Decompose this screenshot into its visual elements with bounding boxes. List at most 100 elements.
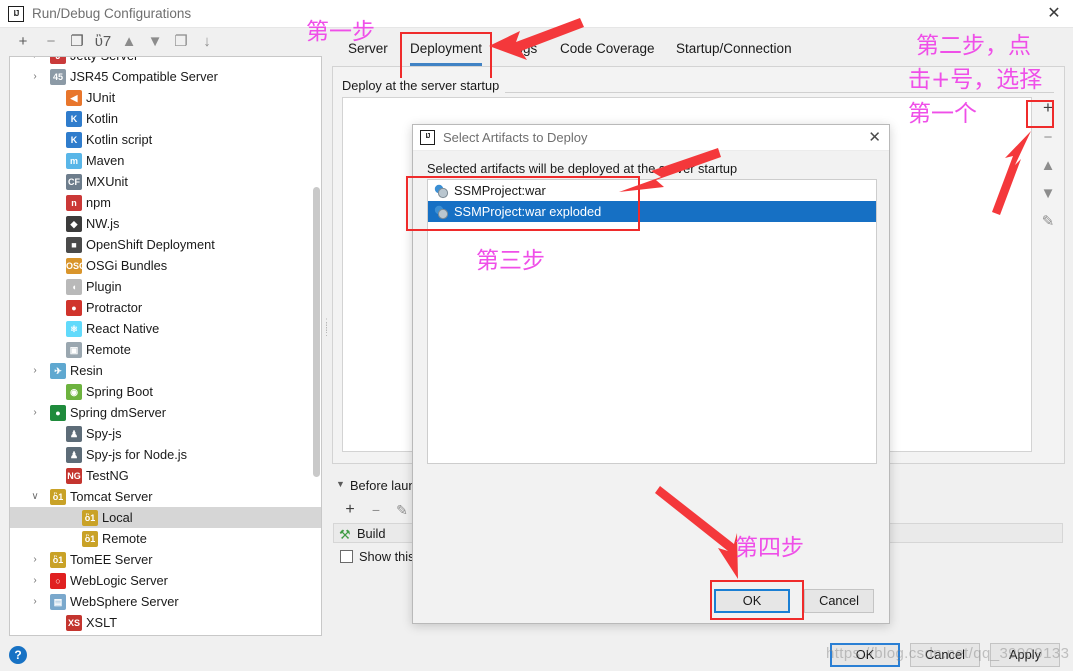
tree-item-weblogic-server[interactable]: › ○ WebLogic Server (10, 570, 321, 591)
tab-logs[interactable]: Logs (508, 36, 537, 66)
spy-js-icon: ♟ (66, 426, 82, 442)
move-down-button[interactable]: ▼ (1037, 183, 1059, 205)
add-task-button[interactable]: + (340, 500, 360, 520)
jetty-icon: J (50, 57, 66, 64)
plugin-icon: ◖ (66, 279, 82, 295)
tree-item-label: XSLT (86, 615, 118, 630)
artifact-row[interactable]: SSMProject:war (428, 180, 876, 201)
panel-splitter[interactable]: ⋮ ⋮ ⋮ (322, 318, 331, 360)
xslt-icon: XS (66, 615, 82, 631)
expand-arrow-icon[interactable]: › (28, 66, 42, 87)
collapse-arrow-icon[interactable]: ▼ (336, 479, 345, 489)
spring-boot-icon: ◉ (66, 384, 82, 400)
dialog-close-icon[interactable]: ✕ (868, 128, 881, 146)
tree-item-label: npm (86, 195, 111, 210)
tree-item-local[interactable]: ὃ1 Local (10, 507, 321, 528)
tree-item-protractor[interactable]: ● Protractor (10, 297, 321, 318)
tree-item-testng[interactable]: NG TestNG (10, 465, 321, 486)
npm-icon: n (66, 195, 82, 211)
title-bar: IJ Run/Debug Configurations ✕ (0, 0, 1073, 28)
tree-item-maven[interactable]: m Maven (10, 150, 321, 171)
tree-item-osgi-bundles[interactable]: OSGi OSGi Bundles (10, 255, 321, 276)
artifact-icon (433, 204, 449, 220)
tab-code-coverage[interactable]: Code Coverage (560, 36, 655, 66)
build-hammer-icon: ⚒ (339, 527, 351, 542)
artifact-row[interactable]: SSMProject:war exploded (428, 201, 876, 222)
expand-arrow-icon[interactable]: › (28, 57, 42, 66)
tree-item-resin[interactable]: › ✈ Resin (10, 360, 321, 381)
tree-item-label: Maven (86, 153, 125, 168)
edit-artifact-button[interactable]: ✎ (1037, 211, 1059, 233)
artifact-label: SSMProject:war exploded (454, 204, 602, 219)
tree-item-spring-dmserver[interactable]: › ● Spring dmServer (10, 402, 321, 423)
sort-alphabetically-button[interactable]: ↓ (197, 32, 217, 52)
tree-item-tomcat-server[interactable]: ∨ ὃ1 Tomcat Server (10, 486, 321, 507)
tree-item-spy-js[interactable]: ♟ Spy-js (10, 423, 321, 444)
openshift-icon: ■ (66, 237, 82, 253)
tree-item-label: Remote (102, 531, 147, 546)
tree-item-mxunit[interactable]: CF MXUnit (10, 171, 321, 192)
edit-task-button[interactable]: ✎ (392, 500, 412, 520)
react-native-icon: ⚛ (66, 321, 82, 337)
tomcat-icon: ὃ1 (50, 489, 66, 505)
tree-item-npm[interactable]: n npm (10, 192, 321, 213)
expand-arrow-icon[interactable]: › (28, 570, 42, 591)
checkbox-box[interactable] (340, 550, 353, 563)
close-icon[interactable]: ✕ (1043, 4, 1065, 24)
tree-item-kotlin[interactable]: K Kotlin (10, 108, 321, 129)
tree-item-remote[interactable]: ὃ1 Remote (10, 528, 321, 549)
tab-deployment[interactable]: Deployment (410, 36, 483, 66)
tree-item-label: JUnit (86, 90, 116, 105)
tree-item-label: Spring Boot (86, 384, 153, 399)
add-artifact-button[interactable]: + (1037, 97, 1059, 119)
tree-item-xslt[interactable]: XS XSLT (10, 612, 321, 633)
tree-item-label: Spy-js (86, 426, 122, 441)
tree-item-label: Kotlin script (86, 132, 153, 147)
tree-item-openshift-deployment[interactable]: ■ OpenShift Deployment (10, 234, 321, 255)
expand-arrow-icon[interactable]: ∨ (28, 486, 42, 507)
remove-artifact-button[interactable]: − (1037, 127, 1059, 149)
add-button[interactable]: + (13, 32, 33, 52)
tree-item-nw-js[interactable]: ◆ NW.js (10, 213, 321, 234)
tree-item-junit[interactable]: ◀ JUnit (10, 87, 321, 108)
tree-item-kotlin-script[interactable]: K Kotlin script (10, 129, 321, 150)
tree-item-label: Resin (70, 363, 103, 378)
remove-button[interactable]: − (41, 32, 61, 52)
tab-startup-connection[interactable]: Startup/Connection (676, 36, 792, 66)
tree-item-label: OpenShift Deployment (86, 237, 215, 252)
artifact-icon (433, 183, 449, 199)
tree-item-tomee-server[interactable]: › ὃ1 TomEE Server (10, 549, 321, 570)
configurations-toolbar: + − ❐ ὒ7 ▲ ▼ ❐ ↓ (0, 28, 330, 56)
move-down-button[interactable]: ▼ (145, 32, 165, 52)
artifacts-list[interactable]: SSMProject:war SSMProject:war exploded (427, 179, 877, 464)
remove-task-button[interactable]: − (366, 500, 386, 520)
tree-item-remote[interactable]: ▣ Remote (10, 339, 321, 360)
tree-scrollbar[interactable] (313, 187, 320, 477)
tree-item-react-native[interactable]: ⚛ React Native (10, 318, 321, 339)
dialog-ok-button[interactable]: OK (714, 589, 790, 613)
tree-item-jsr45-compatible-server[interactable]: › 45 JSR45 Compatible Server (10, 66, 321, 87)
tree-item-spy-js-for-node-js[interactable]: ♟ Spy-js for Node.js (10, 444, 321, 465)
help-button[interactable]: ? (9, 646, 27, 664)
dialog-cancel-button[interactable]: Cancel (804, 589, 874, 613)
remote-icon: ▣ (66, 342, 82, 358)
expand-arrow-icon[interactable]: › (28, 549, 42, 570)
move-up-button[interactable]: ▲ (119, 32, 139, 52)
dialog-subtitle: Selected artifacts will be deployed at t… (427, 161, 738, 176)
expand-arrow-icon[interactable]: › (28, 402, 42, 423)
move-up-button[interactable]: ▲ (1037, 155, 1059, 177)
expand-arrow-icon[interactable]: › (28, 591, 42, 612)
tomcat-remote-icon: ὃ1 (82, 531, 98, 547)
move-into-folder-button[interactable]: ❐ (171, 32, 191, 52)
tree-item-label: Plugin (86, 279, 122, 294)
settings-wrench-button[interactable]: ὒ7 (93, 32, 113, 52)
nwjs-icon: ◆ (66, 216, 82, 232)
tree-item-jetty-server[interactable]: › J Jetty Server (10, 57, 321, 66)
configuration-types-tree[interactable]: › J Jetty Server › 45 JSR45 Compatible Server… (9, 56, 322, 636)
tree-item-spring-boot[interactable]: ◉ Spring Boot (10, 381, 321, 402)
tree-item-label: JSR45 Compatible Server (70, 69, 218, 84)
tree-item-websphere-server[interactable]: › ▤ WebSphere Server (10, 591, 321, 612)
copy-button[interactable]: ❐ (67, 32, 87, 52)
tree-item-plugin[interactable]: ◖ Plugin (10, 276, 321, 297)
expand-arrow-icon[interactable]: › (28, 360, 42, 381)
